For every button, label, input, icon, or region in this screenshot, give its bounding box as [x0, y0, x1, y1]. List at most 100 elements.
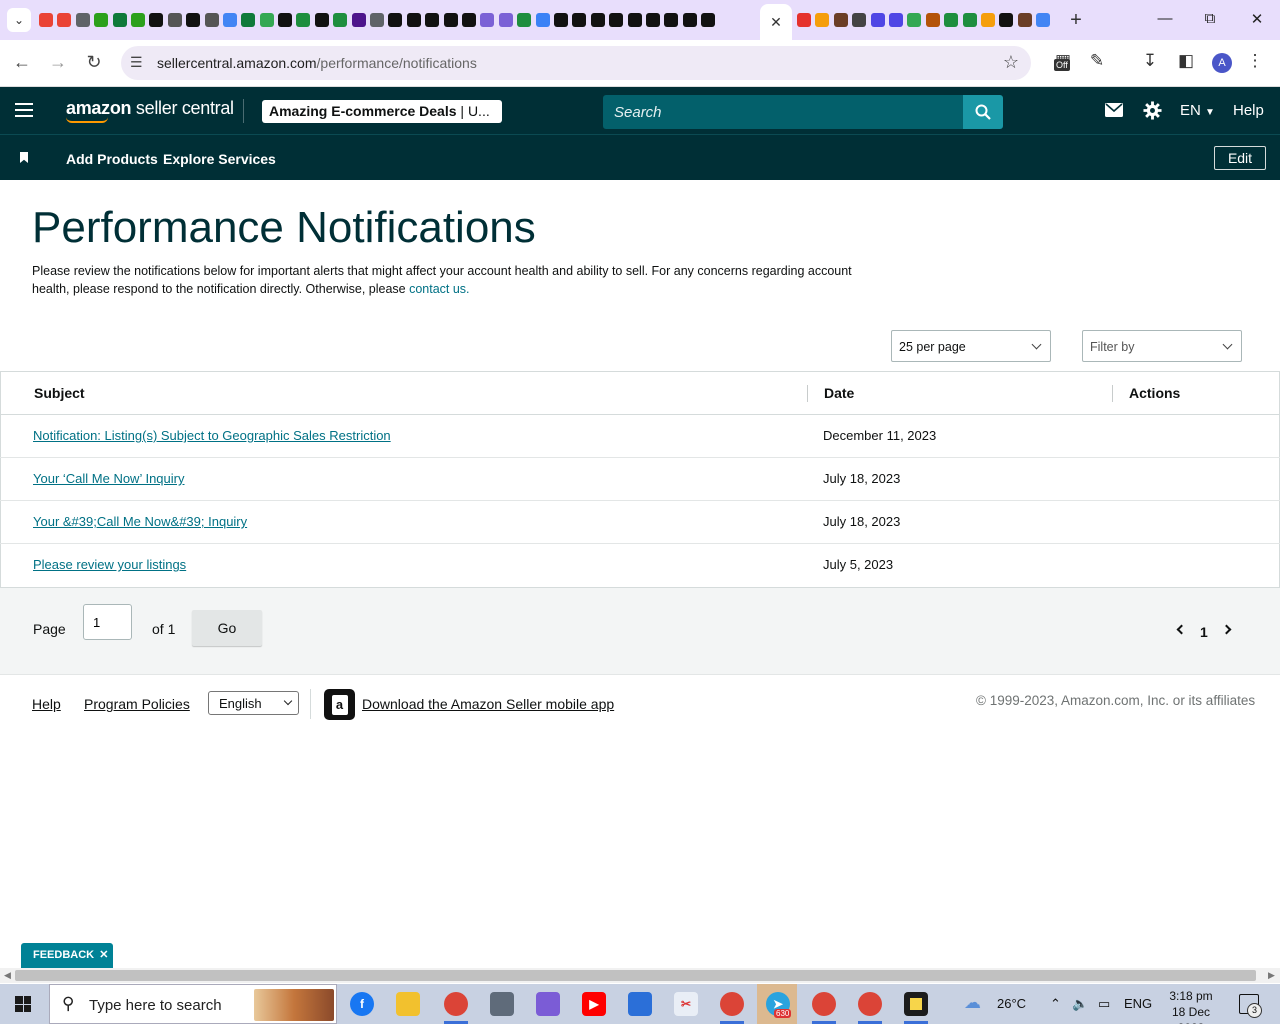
current-page[interactable]: 1 — [1200, 624, 1208, 640]
language-selector[interactable]: EN ▼ — [1180, 102, 1215, 119]
tab-favicon-icon[interactable] — [388, 13, 403, 27]
tab-favicon-icon[interactable] — [1017, 13, 1032, 27]
tab-favicon-icon[interactable] — [498, 13, 513, 27]
column-subject[interactable]: Subject — [34, 385, 85, 401]
tab-favicon-icon[interactable] — [999, 13, 1014, 27]
tab-favicon-icon[interactable] — [664, 13, 679, 27]
chrome-profile-icon[interactable] — [720, 992, 744, 1016]
tab-favicon-icon[interactable] — [75, 13, 90, 27]
tab-favicon-icon[interactable] — [406, 13, 421, 27]
tab-favicon-icon[interactable] — [296, 13, 311, 27]
settings-gear-icon[interactable] — [1143, 101, 1162, 125]
download-icon[interactable]: ↧ — [1139, 51, 1161, 71]
per-page-select[interactable]: 25 per page — [891, 330, 1051, 362]
edit-button[interactable]: Edit — [1214, 146, 1266, 170]
copilot-icon[interactable] — [536, 992, 560, 1016]
search-field[interactable] — [603, 95, 964, 129]
close-window-icon[interactable]: ✕ — [1247, 10, 1267, 28]
nav-explore-services[interactable]: Explore Services — [163, 151, 276, 167]
tab-favicon-icon[interactable] — [815, 13, 830, 27]
horizontal-scrollbar[interactable]: ◀ ▶ — [0, 968, 1280, 983]
feedback-button[interactable]: FEEDBACK ✕ — [21, 943, 113, 968]
tab-favicon-icon[interactable] — [94, 13, 109, 27]
notification-subject-link[interactable]: Your ‘Call Me Now’ Inquiry — [33, 471, 185, 486]
go-button[interactable]: Go — [192, 610, 262, 646]
bookmark-star-icon[interactable]: ☆ — [1003, 52, 1019, 73]
profile-avatar[interactable]: A — [1212, 53, 1232, 73]
tab-favicon-icon[interactable] — [682, 13, 697, 27]
tab-favicon-icon[interactable] — [870, 13, 885, 27]
weather-icon[interactable]: ☁ — [964, 993, 981, 1013]
back-icon[interactable]: ← — [11, 52, 33, 73]
forward-icon[interactable]: → — [47, 52, 69, 73]
new-tab-button[interactable]: + — [1066, 10, 1086, 30]
tab-favicon-icon[interactable] — [888, 13, 903, 27]
taskbar-search[interactable]: ⚲ Type here to search — [49, 984, 337, 1024]
tab-favicon-icon[interactable] — [553, 13, 568, 27]
menu-icon[interactable] — [15, 103, 33, 117]
page-number-input[interactable] — [83, 604, 132, 640]
scroll-left-icon[interactable]: ◀ — [4, 970, 11, 981]
tab-favicon-icon[interactable] — [39, 13, 53, 27]
tab-favicon-icon[interactable] — [333, 13, 348, 27]
filter-select[interactable]: Filter by — [1082, 330, 1242, 362]
close-icon[interactable]: ✕ — [99, 949, 108, 961]
tab-favicon-icon[interactable] — [701, 13, 716, 27]
search-input[interactable] — [603, 95, 964, 129]
windows-start-icon[interactable] — [15, 996, 31, 1012]
tab-favicon-icon[interactable] — [443, 13, 458, 27]
input-language[interactable]: ENG — [1124, 996, 1152, 1011]
footer-program-policies-link[interactable]: Program Policies — [84, 696, 190, 712]
mail-icon[interactable] — [1105, 103, 1123, 122]
extensions-puzzle-icon[interactable]: ✎ — [1086, 51, 1108, 71]
tab-favicon-icon[interactable] — [351, 13, 366, 27]
tab-favicon-icon[interactable] — [833, 13, 848, 27]
tab-favicon-icon[interactable] — [925, 13, 940, 27]
amazon-seller-central-logo[interactable]: amazon seller central — [66, 98, 234, 119]
download-app-link[interactable]: Download the Amazon Seller mobile app — [362, 696, 614, 712]
footer-help-link[interactable]: Help — [32, 696, 61, 712]
chevron-right-icon[interactable] — [1221, 624, 1232, 635]
network-icon[interactable]: ▭ — [1098, 996, 1110, 1012]
tab-favicon-icon[interactable] — [204, 13, 219, 27]
tab-favicon-icon[interactable] — [627, 13, 642, 27]
tray-chevron-icon[interactable]: ⌃ — [1050, 996, 1061, 1012]
tab-favicon-icon[interactable] — [149, 13, 164, 27]
tab-favicon-icon[interactable] — [314, 13, 329, 27]
notification-subject-link[interactable]: Notification: Listing(s) Subject to Geog… — [33, 428, 391, 443]
chevron-left-icon[interactable] — [1176, 624, 1187, 635]
restore-icon[interactable]: ⧉ — [1200, 10, 1220, 27]
tab-favicon-icon[interactable] — [130, 13, 145, 27]
tab-favicon-icon[interactable] — [797, 13, 811, 27]
tab-favicon-icon[interactable] — [1036, 13, 1051, 27]
weather-temp[interactable]: 26°C — [997, 996, 1026, 1011]
address-bar[interactable]: ☰ sellercentral.amazon.com/performance/n… — [121, 46, 1031, 80]
store-icon[interactable] — [628, 992, 652, 1016]
column-date[interactable]: Date — [824, 385, 854, 401]
notification-subject-link[interactable]: Please review your listings — [33, 557, 186, 572]
store-selector[interactable]: Amazing E-commerce Deals | U... — [262, 100, 502, 123]
facebook-icon[interactable]: f — [350, 992, 374, 1016]
chrome-profile-a-icon[interactable] — [812, 992, 836, 1016]
tab-favicon-icon[interactable] — [907, 13, 922, 27]
tab-favicon-icon[interactable] — [609, 13, 624, 27]
tab-favicon-icon[interactable] — [980, 13, 995, 27]
tab-favicon-icon[interactable] — [241, 13, 256, 27]
side-panel-icon[interactable]: ◧ — [1175, 51, 1197, 71]
file-explorer-icon[interactable] — [396, 992, 420, 1016]
contact-us-link[interactable]: contact us. — [409, 282, 469, 296]
tab-favicon-icon[interactable] — [259, 13, 274, 27]
reload-icon[interactable]: ↻ — [83, 52, 105, 73]
tab-search-icon[interactable]: ⌄ — [7, 8, 31, 32]
tab-favicon-icon[interactable] — [461, 13, 476, 27]
search-button[interactable] — [963, 95, 1003, 129]
tab-favicon-icon[interactable] — [590, 13, 605, 27]
tab-favicon-icon[interactable] — [645, 13, 660, 27]
notification-subject-link[interactable]: Your &#39;Call Me Now&#39; Inquiry — [33, 514, 247, 529]
tab-favicon-icon[interactable] — [572, 13, 587, 27]
minimize-icon[interactable]: — — [1155, 10, 1175, 27]
help-link[interactable]: Help — [1233, 102, 1264, 119]
sticky-notes-icon[interactable] — [904, 992, 928, 1016]
chrome-icon[interactable] — [444, 992, 468, 1016]
chrome-menu-icon[interactable]: ⋮ — [1244, 51, 1266, 71]
